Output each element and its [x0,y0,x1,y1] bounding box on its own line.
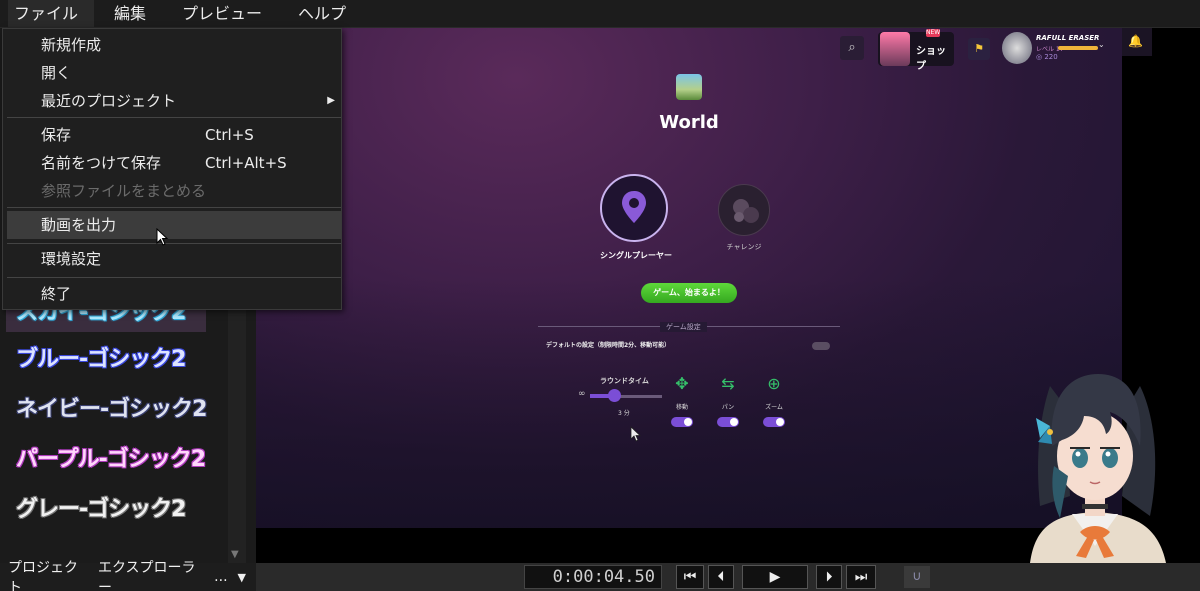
infinity-label: ∞ [578,389,586,399]
playback-bar: 0:00:04.50 ⏮ ⏴ ▶ ⏵ ⏭ ∪ [256,563,1200,591]
game-screen: ⌕ NEW ショップ ⚑ RAFULL ERASER レベル 17 ◎ 220 … [256,28,1122,528]
timecode-display[interactable]: 0:00:04.50 [524,565,662,589]
menu-item-collect-refs: 参照ファイルをまとめる [7,177,341,205]
coin-value: 220 [1044,53,1058,61]
style-item-gray-gothic[interactable]: グレー-ゴシック2 [0,482,228,532]
mouse-cursor-icon [630,426,642,442]
menu-item-open[interactable]: 開く [7,59,341,87]
coin-count: ◎ 220 [1036,53,1058,61]
challenge-label: チャレンジ [726,243,762,251]
menu-bar: ファイル 編集 プレビュー ヘルプ [0,0,1200,28]
tab-explorer[interactable]: エクスプローラー [98,557,204,591]
submenu-arrow-icon: ▶ [327,95,335,106]
pan-toggle[interactable] [717,417,739,427]
menu-item-save-label: 保存 [41,126,72,144]
option-zoom-label: ズーム [765,404,783,411]
default-settings-label: デフォルトの設定（制限時間2分、移動可能） [546,342,671,349]
settings-title: ゲーム設定 [660,322,707,332]
zoom-in-icon: ⊕ [767,374,781,393]
shop-button[interactable]: NEW ショップ [878,29,954,72]
round-time-value: 3 分 [618,410,630,417]
step-back-button[interactable]: ⏴ [708,565,734,589]
menu-item-quit[interactable]: 終了 [7,280,341,308]
play-button[interactable]: ▶ [742,565,808,589]
style-item-purple-gothic[interactable]: パープル-ゴシック2 [0,432,228,482]
pan-arrows-icon: ⇆ [721,374,735,393]
single-player-button[interactable] [600,174,668,242]
option-move: ✥ 移動 [662,374,702,427]
tab-more[interactable]: ... [214,569,227,585]
option-zoom: ⊕ ズーム [754,374,794,427]
avatar [1002,32,1032,64]
style-item-blue-gothic[interactable]: ブルー-ゴシック2 [0,332,228,382]
bell-icon[interactable]: 🔔 [1128,34,1143,48]
menu-item-recent-label: 最近のプロジェクト [41,92,177,110]
tabs-dropdown-icon[interactable]: ▼ [238,571,246,584]
option-pan-label: パン [721,404,735,411]
menu-separator [7,117,341,118]
location-pin-icon [622,191,646,223]
app-window: ファイル 編集 プレビュー ヘルプ スカイ-ゴシック2 ブルー-ゴシック2 ネイ… [0,0,1200,591]
scroll-down-arrow-icon[interactable]: ▼ [231,549,239,560]
menu-item-recent[interactable]: 最近のプロジェクト ▶ [7,87,341,115]
menu-preview[interactable]: プレビュー [176,0,278,28]
vtuber-avatar [1030,374,1166,563]
menu-item-preferences-label: 環境設定 [41,250,102,268]
preview-area: ⌕ NEW ショップ ⚑ RAFULL ERASER レベル 17 ◎ 220 … [256,28,1200,563]
single-player-label: シングルプレーヤー [600,251,672,260]
page-title: World [659,112,719,133]
menu-item-new-label: 新規作成 [41,36,102,54]
step-forward-button[interactable]: ⏵ [816,565,842,589]
menu-item-open-label: 開く [41,64,72,82]
username: RAFULL ERASER [1036,34,1100,42]
search-icon[interactable]: ⌕ [840,36,864,60]
start-game-button[interactable]: ゲーム、始まるよ！ [641,283,737,303]
skip-to-end-button[interactable]: ⏭ [846,565,876,589]
option-pan: ⇆ パン [708,374,748,427]
menu-separator [7,207,341,208]
save-shortcut: Ctrl+S [205,126,254,144]
menu-item-collect-refs-label: 参照ファイルをまとめる [41,182,207,200]
zoom-toggle[interactable] [763,417,785,427]
tab-project[interactable]: プロジェクト [8,557,88,591]
menu-item-save-as-label: 名前をつけて保存 [41,154,162,172]
text-style-list: スカイ-ゴシック2 ブルー-ゴシック2 ネイビー-ゴシック2 パープル-ゴシック… [0,282,228,564]
menu-item-quit-label: 終了 [41,285,72,303]
round-time-label: ラウンドタイム [600,377,649,385]
left-bottom-tabs: プロジェクト エクスプローラー ... ▼ [0,560,256,591]
save-as-shortcut: Ctrl+Alt+S [205,154,287,172]
menu-edit[interactable]: 編集 [108,0,162,28]
menu-item-save[interactable]: 保存 Ctrl+S [7,121,341,149]
move-toggle[interactable] [671,417,693,427]
xp-bar [1058,46,1098,50]
menu-item-export-video[interactable]: 動画を出力 [7,211,341,239]
new-badge: NEW [926,29,941,37]
mouse-cursor-icon [156,228,169,246]
challenge-icon [733,199,759,223]
round-time-slider-handle[interactable] [608,389,621,402]
file-menu-dropdown: 新規作成 開く 最近のプロジェクト ▶ 保存 Ctrl+S 名前をつけて保存 Ctrl… [2,28,342,310]
challenge-button[interactable] [718,184,770,236]
user-profile[interactable]: RAFULL ERASER レベル 17 ◎ 220 ⌄ [1000,32,1110,66]
chevron-down-icon: ⌄ [1098,40,1105,49]
menu-item-new[interactable]: 新規作成 [7,31,341,59]
menu-item-preferences[interactable]: 環境設定 [7,245,341,273]
menu-separator [7,277,341,278]
style-item-navy-gothic[interactable]: ネイビー-ゴシック2 [0,382,228,432]
skip-to-start-button[interactable]: ⏮ [676,565,704,589]
world-map-icon [676,74,702,100]
shop-avatar [880,32,910,66]
menu-item-export-video-label: 動画を出力 [41,216,117,234]
shop-label: ショップ [916,46,946,72]
menu-help[interactable]: ヘルプ [292,0,362,28]
menu-separator [7,243,341,244]
style-list-scrollbar[interactable]: ▼ [228,282,246,564]
menu-file[interactable]: ファイル [8,0,95,28]
snap-magnet-icon[interactable]: ∪ [904,566,930,588]
default-settings-toggle[interactable] [812,342,830,350]
flag-icon[interactable]: ⚑ [968,38,990,60]
option-move-label: 移動 [675,404,688,411]
move-arrows-icon: ✥ [675,374,689,393]
menu-item-save-as[interactable]: 名前をつけて保存 Ctrl+Alt+S [7,149,341,177]
